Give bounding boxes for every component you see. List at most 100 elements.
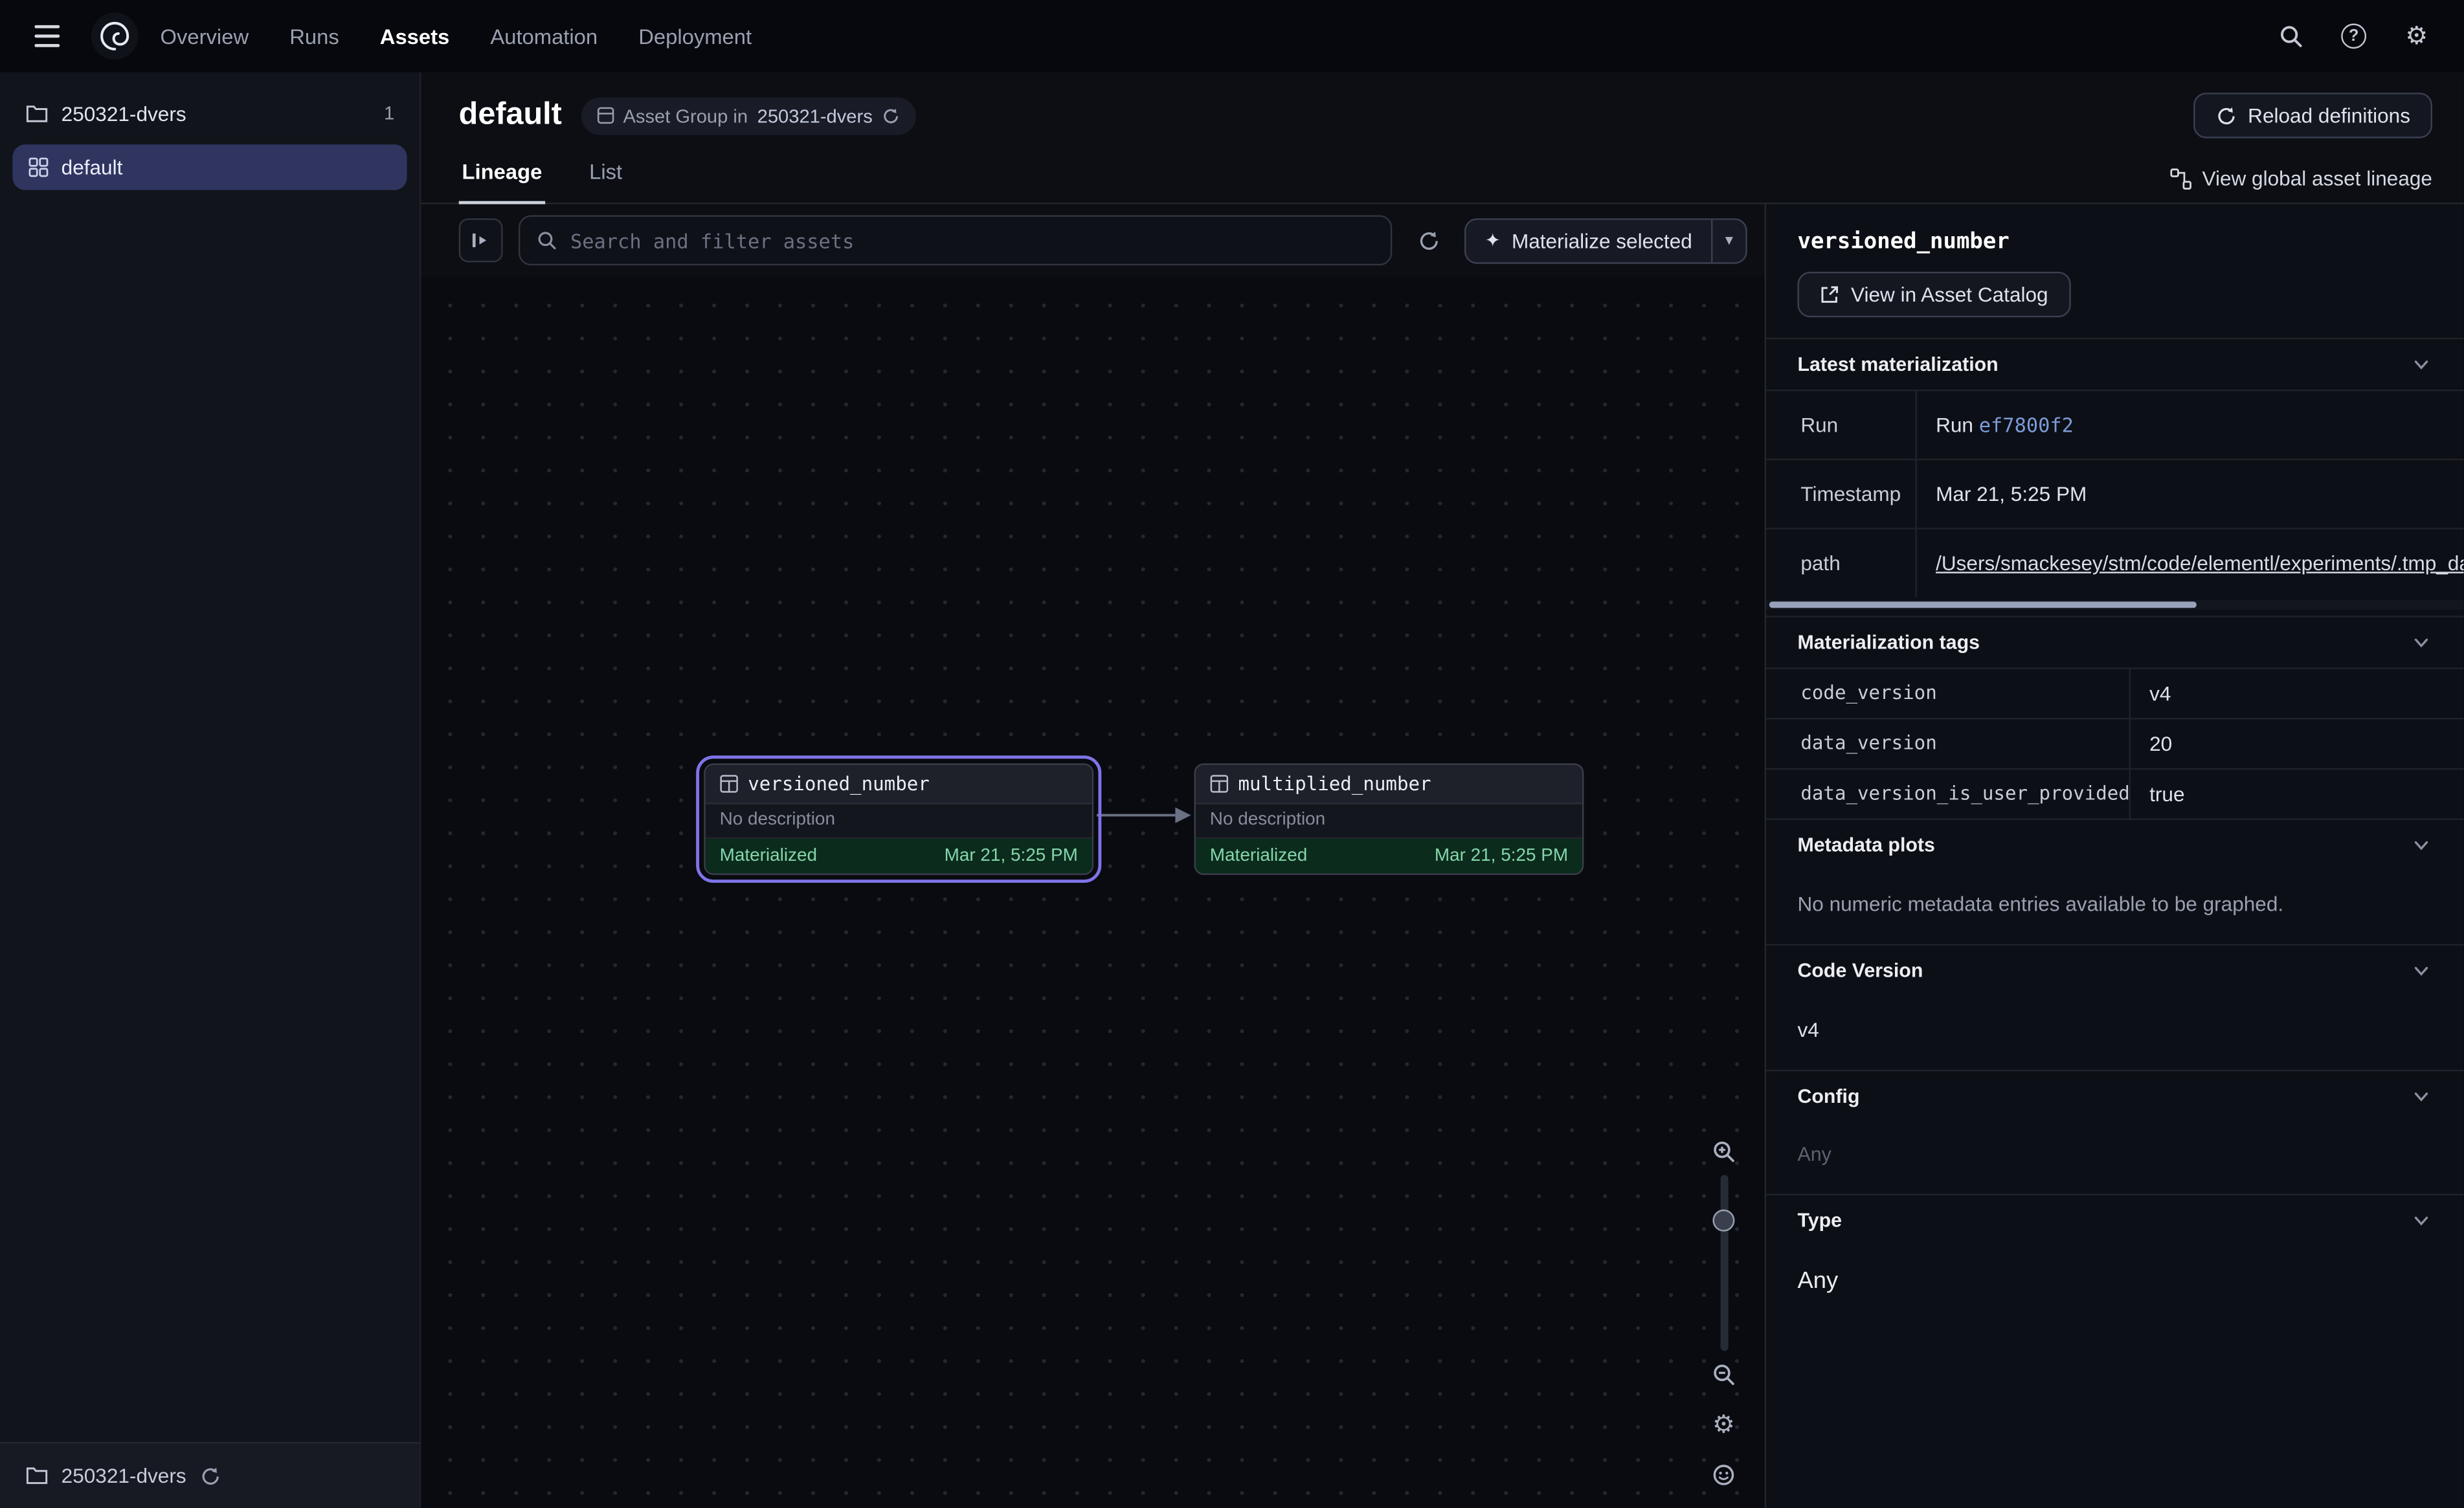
sidebar-group-count: 1 [384, 102, 394, 124]
asset-node-header: multiplied_number [1196, 765, 1582, 804]
asset-detail-title: versioned_number [1766, 205, 2464, 255]
code-version-value: v4 [1766, 996, 2464, 1070]
asset-node-status-row: Materialized Mar 21, 5:25 PM [1196, 839, 1582, 873]
table-row: Run Run ef7800f2 [1766, 390, 2464, 459]
latest-materialization-table: Run Run ef7800f2 Timestamp Mar 21, 5:25 … [1766, 390, 2464, 597]
view-in-asset-catalog-label: View in Asset Catalog [1851, 283, 2048, 306]
search-input[interactable] [570, 228, 1375, 252]
reload-definitions-label: Reload definitions [2248, 104, 2410, 127]
toggle-sidebar-panel-button[interactable] [459, 218, 503, 262]
section-code-version-header[interactable]: Code Version [1766, 944, 2464, 996]
sparkle-icon: ✦ [1485, 229, 1501, 251]
badge-group-link[interactable]: 250321-dvers [757, 104, 873, 126]
sidebar-item-default[interactable]: default [12, 144, 407, 190]
sidebar: 250321-dvers 1 default 250321-dvers [0, 72, 421, 1508]
row-label: Run [1766, 391, 1917, 458]
section-config-header[interactable]: Config [1766, 1070, 2464, 1122]
horizontal-scrollbar-thumb[interactable] [1769, 602, 2197, 608]
row-value: Run ef7800f2 [1917, 391, 2464, 458]
view-global-asset-lineage-link[interactable]: View global asset lineage [2169, 166, 2432, 203]
nav-automation[interactable]: Automation [490, 25, 598, 48]
tag-value: 20 [2131, 720, 2464, 768]
asset-node-status: Materialized [720, 847, 817, 865]
lineage-canvas[interactable]: versioned_number No description Material… [421, 276, 1764, 1508]
folder-icon [25, 103, 49, 124]
table-row: data_version_is_user_provided true [1766, 768, 2464, 819]
refresh-assets-button[interactable] [1408, 220, 1449, 261]
horizontal-scrollbar [1766, 600, 2464, 610]
help-icon-button[interactable]: ? [2332, 14, 2376, 58]
row-label: path [1766, 529, 1917, 597]
tab-lineage[interactable]: Lineage [459, 148, 546, 204]
tabs-row: Lineage List View global asset lineage [421, 148, 2463, 204]
row-label: Timestamp [1766, 460, 1917, 527]
top-nav-items: Overview Runs Assets Automation Deployme… [161, 25, 752, 48]
asset-group-badge-icon [596, 107, 614, 124]
zoom-slider-thumb[interactable] [1712, 1210, 1734, 1232]
chevron-down-icon [2410, 834, 2432, 856]
run-text: Run [1936, 413, 1973, 436]
section-metadata-plots-header[interactable]: Metadata plots [1766, 818, 2464, 870]
section-latest-materialization-header[interactable]: Latest materialization [1766, 338, 2464, 390]
section-title: Type [1797, 1210, 1842, 1232]
tag-key: data_version [1766, 720, 2131, 768]
asset-detail-panel: versioned_number View in Asset Catalog L… [1765, 205, 2464, 1508]
zoom-out-icon [1711, 1362, 1736, 1387]
asset-node-name: multiplied_number [1238, 773, 1431, 795]
graph-settings-button[interactable]: ⚙ [1703, 1404, 1744, 1445]
feedback-button[interactable] [1703, 1454, 1744, 1495]
search-icon [2278, 23, 2303, 49]
sidebar-item-label: default [62, 155, 123, 179]
dagster-logo[interactable] [91, 12, 139, 60]
chevron-down-icon [2410, 353, 2432, 375]
asset-node-name: versioned_number [748, 773, 930, 795]
table-icon [720, 775, 739, 793]
nav-runs[interactable]: Runs [289, 25, 339, 48]
materialize-options-caret-button[interactable]: ▾ [1711, 219, 1745, 262]
caret-down-icon: ▾ [1725, 232, 1733, 249]
nav-assets[interactable]: Assets [380, 25, 449, 48]
gear-icon: ⚙ [1712, 1412, 1735, 1437]
materialize-selected-button[interactable]: ✦ Materialize selected [1466, 219, 1710, 262]
zoom-in-icon [1711, 1139, 1736, 1164]
asset-node-multiplied-number[interactable]: multiplied_number No description Materia… [1194, 764, 1584, 875]
chevron-down-icon [2410, 1085, 2432, 1107]
asset-node-versioned-number[interactable]: versioned_number No description Material… [704, 764, 1093, 875]
zoom-out-button[interactable] [1703, 1354, 1744, 1395]
asset-node-status-row: Materialized Mar 21, 5:25 PM [706, 839, 1092, 873]
sidebar-footer[interactable]: 250321-dvers [0, 1442, 420, 1508]
asset-search-box [519, 215, 1392, 265]
lineage-icon [2169, 167, 2191, 189]
row-value: Mar 21, 5:25 PM [1917, 460, 2464, 527]
chevron-down-icon [2410, 632, 2432, 654]
search-icon-button[interactable] [2269, 14, 2313, 58]
table-icon [1210, 775, 1229, 793]
materialize-selected-label: Materialize selected [1512, 228, 1692, 252]
refresh-icon[interactable] [882, 106, 901, 125]
chevron-down-icon [2410, 960, 2432, 982]
search-icon [536, 229, 558, 251]
reload-definitions-button[interactable]: Reload definitions [2193, 93, 2432, 138]
section-materialization-tags-header[interactable]: Materialization tags [1766, 615, 2464, 667]
section-type-header[interactable]: Type [1766, 1194, 2464, 1246]
badge-prefix: Asset Group in [623, 104, 748, 126]
path-link[interactable]: /Users/smackesey/stm/code/elementl/exper… [1936, 551, 2463, 575]
refresh-icon[interactable] [199, 1465, 221, 1487]
zoom-in-button[interactable] [1703, 1131, 1744, 1171]
run-id-link[interactable]: ef7800f2 [1979, 413, 2074, 436]
tab-list[interactable]: List [586, 148, 625, 204]
tag-key: data_version_is_user_provided [1766, 770, 2131, 818]
nav-overview[interactable]: Overview [161, 25, 249, 48]
external-link-icon [1819, 284, 1840, 305]
hamburger-icon [34, 25, 60, 47]
nav-deployment[interactable]: Deployment [638, 25, 752, 48]
sidebar-group-row[interactable]: 250321-dvers 1 [0, 85, 420, 141]
zoom-slider-track [1719, 1175, 1727, 1351]
gear-icon: ⚙ [2405, 23, 2428, 49]
zoom-slider[interactable] [1703, 1175, 1744, 1351]
hamburger-menu-button[interactable] [25, 14, 69, 58]
settings-icon-button[interactable]: ⚙ [2395, 14, 2439, 58]
section-title: Metadata plots [1797, 834, 1934, 856]
edge-versioned-to-multiplied [1087, 795, 1200, 836]
view-in-asset-catalog-button[interactable]: View in Asset Catalog [1797, 272, 2070, 317]
